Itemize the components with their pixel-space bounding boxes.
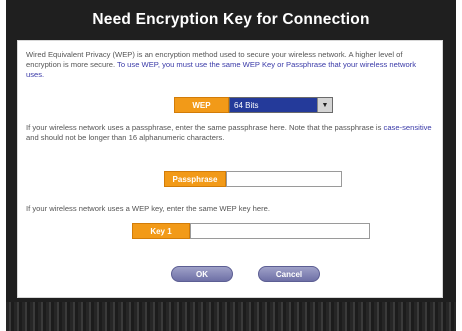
- wep-field: WEP 64 Bits ▼: [174, 97, 333, 113]
- ok-button[interactable]: OK: [171, 266, 233, 282]
- wep-label: WEP: [174, 97, 229, 113]
- wep-select-value: 64 Bits: [234, 100, 259, 110]
- passphrase-text-2: and should not be longer than 16 alphanu…: [26, 133, 225, 142]
- wep-key-field: Key 1: [132, 223, 370, 239]
- passphrase-field: Passphrase: [164, 171, 342, 187]
- dialog-footer-texture: [6, 302, 456, 331]
- passphrase-paragraph: If your wireless network uses a passphra…: [26, 123, 436, 143]
- cancel-button[interactable]: Cancel: [258, 266, 320, 282]
- wep-key-paragraph: If your wireless network uses a WEP key,…: [26, 204, 270, 213]
- dialog-content: Wired Equivalent Privacy (WEP) is an enc…: [17, 40, 443, 298]
- passphrase-text-1: If your wireless network uses a passphra…: [26, 123, 382, 132]
- chevron-down-icon[interactable]: ▼: [317, 98, 332, 112]
- key-1-label: Key 1: [132, 223, 190, 239]
- dialog-title: Need Encryption Key for Connection: [92, 11, 370, 28]
- passphrase-input[interactable]: [226, 171, 342, 187]
- case-sensitive-text: case-sensitive: [383, 123, 432, 132]
- passphrase-label: Passphrase: [164, 171, 226, 187]
- intro-paragraph: Wired Equivalent Privacy (WEP) is an enc…: [26, 50, 436, 80]
- key-1-input[interactable]: [190, 223, 370, 239]
- wep-select[interactable]: 64 Bits ▼: [229, 97, 333, 113]
